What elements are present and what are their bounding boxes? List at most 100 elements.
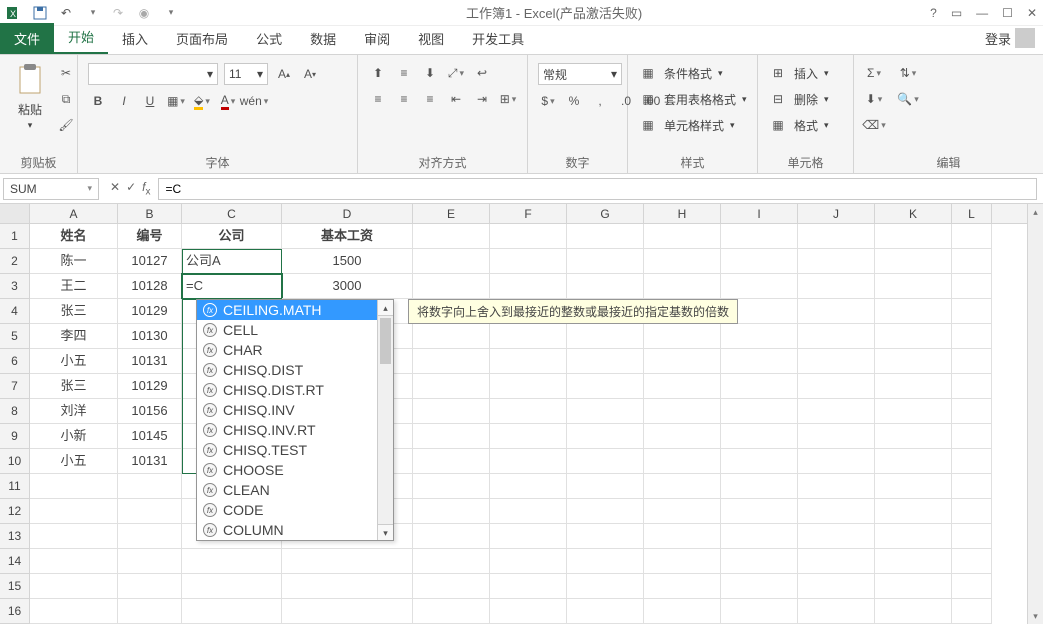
cell-styles-button[interactable]: ▦单元格样式▾ (638, 115, 735, 135)
merge-icon[interactable]: ⊞ (498, 89, 518, 109)
cell[interactable] (875, 224, 952, 249)
cell[interactable]: 基本工资 (282, 224, 413, 249)
autocomplete-item[interactable]: fxCOLUMN (197, 520, 393, 540)
cell[interactable] (952, 249, 992, 274)
cell[interactable]: 10145 (118, 424, 182, 449)
formula-autocomplete[interactable]: fxCEILING.MATHfxCELLfxCHARfxCHISQ.DISTfx… (196, 299, 394, 541)
cell[interactable] (721, 474, 798, 499)
cell[interactable] (413, 374, 490, 399)
cell[interactable] (413, 574, 490, 599)
cell[interactable] (567, 474, 644, 499)
cell[interactable]: =C (182, 274, 282, 299)
cell[interactable] (798, 424, 875, 449)
cell[interactable] (30, 524, 118, 549)
cell[interactable] (644, 349, 721, 374)
autocomplete-item[interactable]: fxCLEAN (197, 480, 393, 500)
cell[interactable] (721, 549, 798, 574)
vertical-scrollbar[interactable]: ▴▾ (1027, 204, 1043, 624)
tab-dev[interactable]: 开发工具 (458, 23, 538, 54)
ribbon-options-icon[interactable]: ▭ (951, 6, 962, 20)
tab-home[interactable]: 开始 (54, 21, 108, 54)
format-painter-icon[interactable]: 🖌 (56, 115, 76, 135)
autocomplete-item[interactable]: fxCHISQ.DIST (197, 360, 393, 380)
col-header[interactable]: I (721, 204, 798, 223)
cell[interactable] (490, 324, 567, 349)
wrap-text-icon[interactable]: ↩ (472, 63, 492, 83)
cell[interactable]: 张三 (30, 299, 118, 324)
cell[interactable] (875, 449, 952, 474)
tab-layout[interactable]: 页面布局 (162, 23, 242, 54)
align-bottom-icon[interactable]: ⬇ (420, 63, 440, 83)
tab-file[interactable]: 文件 (0, 23, 54, 54)
cell[interactable] (490, 274, 567, 299)
autocomplete-item[interactable]: fxCHISQ.INV.RT (197, 420, 393, 440)
cell[interactable] (413, 449, 490, 474)
login-link[interactable]: 登录 (971, 22, 1043, 54)
cell[interactable] (721, 399, 798, 424)
cell[interactable] (875, 424, 952, 449)
cell[interactable] (644, 499, 721, 524)
cell[interactable] (644, 324, 721, 349)
cell[interactable] (952, 549, 992, 574)
cell[interactable] (644, 374, 721, 399)
cell[interactable] (30, 549, 118, 574)
cell[interactable] (182, 574, 282, 599)
cell[interactable] (567, 399, 644, 424)
cell[interactable]: 公司A (182, 249, 282, 274)
format-cells-button[interactable]: ▦格式▾ (768, 115, 829, 135)
increase-font-icon[interactable]: A▴ (274, 64, 294, 84)
bold-icon[interactable]: B (88, 91, 108, 111)
cell[interactable] (567, 374, 644, 399)
font-name-combo[interactable]: ▾ (88, 63, 218, 85)
cell[interactable] (644, 399, 721, 424)
cell[interactable] (413, 249, 490, 274)
col-header[interactable]: A (30, 204, 118, 223)
cell[interactable]: 李四 (30, 324, 118, 349)
cell[interactable] (30, 574, 118, 599)
cell[interactable] (952, 224, 992, 249)
row-header[interactable]: 13 (0, 524, 30, 549)
fill-icon[interactable]: ⬇ (864, 89, 884, 109)
align-left-icon[interactable]: ≡ (368, 89, 388, 109)
tab-insert[interactable]: 插入 (108, 23, 162, 54)
cell[interactable] (490, 524, 567, 549)
cell[interactable] (567, 349, 644, 374)
cell[interactable] (118, 549, 182, 574)
autocomplete-item[interactable]: fxCHOOSE (197, 460, 393, 480)
maximize-icon[interactable]: ☐ (1002, 6, 1013, 20)
font-color-icon[interactable]: A (218, 91, 238, 111)
cell[interactable] (721, 524, 798, 549)
cell[interactable] (644, 524, 721, 549)
autocomplete-item[interactable]: fxCEILING.MATH (197, 300, 393, 320)
cell[interactable] (118, 574, 182, 599)
cell[interactable] (644, 549, 721, 574)
cell[interactable] (118, 599, 182, 624)
close-icon[interactable]: ✕ (1027, 6, 1037, 20)
autocomplete-item[interactable]: fxCELL (197, 320, 393, 340)
cell[interactable] (875, 499, 952, 524)
percent-icon[interactable]: % (564, 91, 584, 111)
cell[interactable] (30, 474, 118, 499)
cut-icon[interactable]: ✂ (56, 63, 76, 83)
cell[interactable] (413, 499, 490, 524)
cell[interactable] (798, 449, 875, 474)
cell[interactable] (567, 599, 644, 624)
col-header[interactable]: G (567, 204, 644, 223)
cell[interactable]: 小五 (30, 449, 118, 474)
cell[interactable] (644, 274, 721, 299)
cell[interactable] (567, 449, 644, 474)
indent-right-icon[interactable]: ⇥ (472, 89, 492, 109)
cell[interactable] (490, 499, 567, 524)
cell[interactable]: 公司 (182, 224, 282, 249)
undo-icon[interactable]: ↶ (58, 5, 74, 21)
row-header[interactable]: 7 (0, 374, 30, 399)
italic-icon[interactable]: I (114, 91, 134, 111)
cell[interactable] (490, 224, 567, 249)
autocomplete-item[interactable]: fxCHISQ.TEST (197, 440, 393, 460)
cell[interactable] (875, 399, 952, 424)
cell[interactable] (952, 274, 992, 299)
cell[interactable] (798, 249, 875, 274)
row-header[interactable]: 9 (0, 424, 30, 449)
col-header[interactable]: C (182, 204, 282, 223)
cell[interactable] (413, 474, 490, 499)
